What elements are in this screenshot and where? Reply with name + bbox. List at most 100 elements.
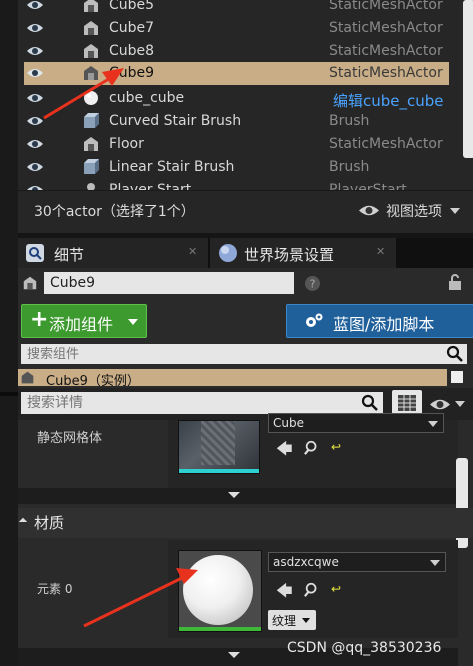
outliner-footer: 30个actor（选择了1个） 视图选项: [18, 190, 473, 233]
expand-arrow-icon: [228, 492, 240, 498]
edit-blueprint-link[interactable]: 编辑cube_cube: [333, 90, 444, 111]
cube-preview: [201, 421, 235, 465]
asset-type-bar: [179, 627, 261, 631]
actor-type: StaticMeshActor: [329, 136, 443, 152]
collapse-arrow-icon: [18, 517, 28, 527]
actor-name-field[interactable]: [44, 272, 294, 294]
brush-cube-icon: [84, 113, 99, 128]
reset-to-default-icon[interactable]: ↩: [331, 440, 341, 454]
grid-table-icon: [398, 395, 416, 411]
search-components-input[interactable]: [21, 344, 467, 364]
eye-visibility-icon[interactable]: [26, 45, 44, 57]
help-icon[interactable]: ?: [304, 275, 321, 292]
outliner-scrollbar[interactable]: [463, 0, 473, 158]
actor-name: Cube5: [109, 0, 155, 13]
left-splitter: [0, 392, 18, 396]
plus-icon: +: [30, 307, 49, 332]
static-mesh-label: 静态网格体: [37, 431, 103, 446]
outliner-row[interactable]: Curved Stair Brush Brush: [18, 110, 448, 133]
static-mesh-icon: [84, 66, 98, 80]
actor-name: Curved Stair Brush: [109, 113, 242, 129]
material-thumbnail[interactable]: [178, 550, 262, 632]
static-mesh-combo[interactable]: Cube: [268, 413, 444, 433]
outliner-row[interactable]: Cube7 StaticMeshActor: [18, 17, 448, 40]
actor-type: StaticMeshActor: [329, 20, 443, 36]
static-mesh-icon: [84, 21, 98, 35]
search-icon: [446, 345, 463, 362]
view-options-label: 视图选项: [386, 204, 442, 220]
details-panel: ? + 添加组件 蓝图/添加脚本 Cube9（实例） 静态网格体 Cube 🡄 …: [18, 268, 473, 666]
svg-text:?: ?: [310, 278, 316, 291]
actor-name: Floor: [109, 136, 144, 152]
tab-label: 世界场景设置: [244, 246, 335, 264]
actor-name: cube_cube: [109, 90, 185, 106]
browse-search-icon[interactable]: [304, 440, 320, 456]
actor-name: Linear Stair Brush: [109, 159, 235, 175]
blueprint-add-script-button[interactable]: 蓝图/添加脚本: [286, 304, 473, 338]
static-mesh-icon: [84, 137, 98, 151]
outliner-row[interactable]: Linear Stair Brush Brush: [18, 156, 448, 179]
lock-icon[interactable]: [448, 274, 462, 290]
actor-type: StaticMeshActor: [329, 0, 443, 13]
eye-visibility-icon[interactable]: [26, 67, 44, 79]
tab-world-settings[interactable]: 世界场景设置 ✕: [210, 238, 396, 268]
outliner-row-selected[interactable]: Cube9 StaticMeshActor: [24, 62, 449, 85]
eye-icon[interactable]: [429, 398, 451, 411]
close-tab-icon[interactable]: ✕: [376, 245, 385, 258]
browse-search-icon[interactable]: [304, 582, 320, 598]
details-magnifier-icon: [26, 244, 44, 262]
texture-button[interactable]: 纹理: [268, 610, 316, 630]
material-combo[interactable]: asdzxcqwe: [268, 552, 446, 572]
asset-type-bar: [179, 469, 259, 473]
view-options-button[interactable]: 视图选项: [358, 200, 468, 220]
search-icon: [361, 394, 378, 411]
component-scrollbar[interactable]: [451, 371, 463, 383]
static-mesh-icon: [23, 276, 37, 290]
outliner-row[interactable]: Cube8 StaticMeshActor: [18, 40, 448, 63]
eye-visibility-icon[interactable]: [26, 92, 44, 104]
actor-type: Brush: [329, 159, 370, 175]
eye-visibility-icon[interactable]: [26, 115, 44, 127]
material-sphere-preview: [183, 555, 253, 625]
texture-label: 纹理: [272, 614, 297, 628]
chevron-down-icon: [430, 560, 440, 566]
blueprint-label: 蓝图/添加脚本: [333, 315, 435, 334]
use-selected-arrow-icon[interactable]: 🡄: [276, 438, 293, 465]
left-panel-edge: [0, 0, 18, 666]
search-details-input[interactable]: [21, 392, 383, 414]
gears-icon: [306, 313, 323, 327]
actor-count: 30个actor（选择了1个）: [34, 204, 195, 220]
component-tree-root[interactable]: Cube9（实例）: [18, 369, 447, 389]
chevron-down-icon: [455, 401, 465, 407]
eye-visibility-icon[interactable]: [26, 138, 44, 150]
actor-name: Cube7: [109, 20, 155, 36]
material-section-header[interactable]: 材质: [18, 508, 473, 538]
outliner-row[interactable]: cube_cube 编辑cube_cube: [18, 87, 448, 110]
reset-to-default-icon[interactable]: ↩: [331, 582, 341, 596]
tab-details[interactable]: 细节 ✕: [18, 238, 208, 268]
element-label: 元素 0: [37, 582, 73, 596]
advanced-expander[interactable]: [18, 488, 458, 504]
actor-name: Cube8: [109, 43, 155, 59]
eye-icon: [359, 205, 379, 216]
static-mesh-value: Cube: [273, 416, 304, 430]
outliner-row[interactable]: Cube5 StaticMeshActor: [18, 0, 448, 17]
add-component-button[interactable]: + 添加组件: [21, 304, 147, 338]
outliner-row[interactable]: Player Start PlayerStart: [18, 179, 448, 190]
player-start-icon: [87, 183, 95, 190]
eye-visibility-icon[interactable]: [26, 161, 44, 173]
close-tab-icon[interactable]: ✕: [188, 245, 197, 258]
world-globe-icon: [219, 244, 237, 262]
actor-type: StaticMeshActor: [329, 65, 443, 81]
actor-type: StaticMeshActor: [329, 43, 443, 59]
static-mesh-icon: [21, 371, 34, 384]
outliner-row[interactable]: Floor StaticMeshActor: [18, 133, 448, 156]
eye-visibility-icon[interactable]: [26, 22, 44, 34]
watermark: CSDN @qq_38530236: [287, 640, 442, 656]
eye-visibility-icon[interactable]: [26, 0, 44, 11]
chevron-down-icon: [128, 319, 138, 325]
static-mesh-thumbnail[interactable]: [178, 420, 260, 474]
tab-label: 细节: [54, 246, 85, 264]
use-selected-arrow-icon[interactable]: 🡄: [276, 580, 293, 607]
tab-bar: 细节 ✕ 世界场景设置 ✕: [18, 238, 473, 268]
